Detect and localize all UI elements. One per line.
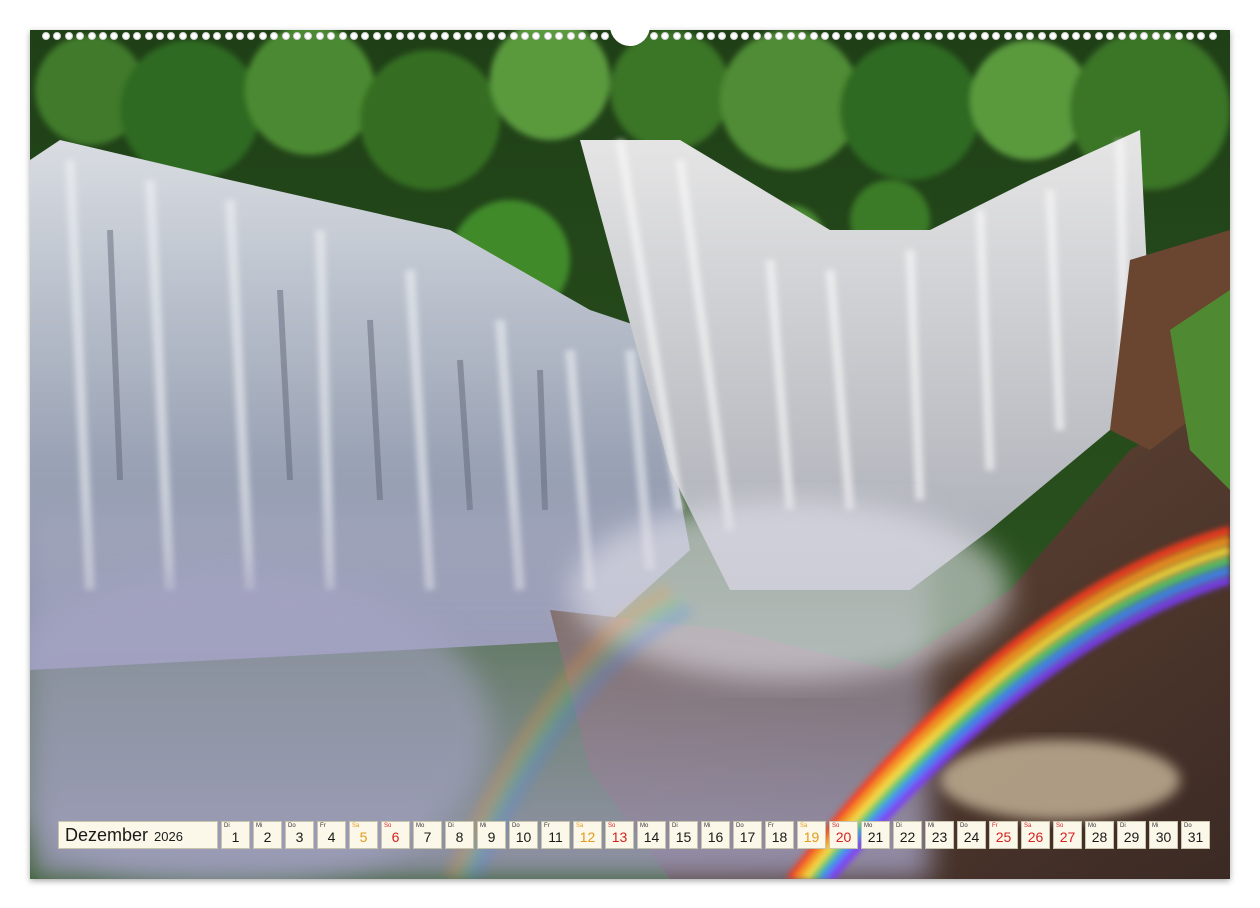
waterfall-rainbow-photo: [30, 30, 1230, 879]
day-cell: Mi 2: [253, 821, 282, 849]
day-cell: Fr 11: [541, 821, 570, 849]
day-cell: Do 31: [1181, 821, 1210, 849]
calendar-strip: Dezember 2026 Di 1 Mi 2 Do 3 Fr 4 Sa 5 So 6 Mo 7 Di 8 Mi…: [58, 821, 1210, 849]
month-year: 2026: [154, 829, 183, 844]
day-number: 10: [515, 829, 532, 845]
day-cell: Mo 21: [861, 821, 890, 849]
day-cell: Sa 19: [797, 821, 826, 849]
day-number: 20: [835, 829, 852, 845]
day-cell: Sa 5: [349, 821, 378, 849]
day-number: 18: [771, 829, 788, 845]
day-cell: Mo 14: [637, 821, 666, 849]
day-cell: Mi 9: [477, 821, 506, 849]
day-cell: Fr 18: [765, 821, 794, 849]
day-number: 26: [1027, 829, 1044, 845]
day-cell: So 13: [605, 821, 634, 849]
day-cell: Mo 7: [413, 821, 442, 849]
day-cell: Do 3: [285, 821, 314, 849]
day-cells: Di 1 Mi 2 Do 3 Fr 4 Sa 5 So 6 Mo 7 Di 8 Mi 9 Do 10 Fr 11 Sa 12 S…: [221, 821, 1210, 849]
day-number: 5: [359, 829, 368, 845]
day-number: 30: [1155, 829, 1172, 845]
day-number: 24: [963, 829, 980, 845]
day-cell: Do 10: [509, 821, 538, 849]
calendar-page: Dezember 2026 Di 1 Mi 2 Do 3 Fr 4 Sa 5 So 6 Mo 7 Di 8 Mi…: [30, 30, 1230, 879]
day-cell: Sa 26: [1021, 821, 1050, 849]
day-cell: Di 15: [669, 821, 698, 849]
day-number: 22: [899, 829, 916, 845]
day-number: 4: [327, 829, 336, 845]
day-number: 27: [1059, 829, 1076, 845]
day-cell: Do 24: [957, 821, 986, 849]
day-number: 11: [548, 829, 563, 845]
day-number: 2: [263, 829, 272, 845]
day-cell: Do 17: [733, 821, 762, 849]
day-cell: So 6: [381, 821, 410, 849]
day-number: 15: [675, 829, 692, 845]
day-number: 1: [231, 829, 240, 845]
day-cell: Di 29: [1117, 821, 1146, 849]
day-number: 6: [391, 829, 400, 845]
day-number: 19: [803, 829, 820, 845]
day-cell: So 20: [829, 821, 858, 849]
day-number: 25: [995, 829, 1012, 845]
day-number: 21: [867, 829, 884, 845]
day-number: 14: [643, 829, 660, 845]
month-label: Dezember 2026: [58, 821, 218, 849]
day-cell: Mi 23: [925, 821, 954, 849]
day-number: 7: [423, 829, 432, 845]
day-number: 29: [1123, 829, 1140, 845]
day-cell: Di 22: [893, 821, 922, 849]
day-cell: Fr 25: [989, 821, 1018, 849]
day-cell: Mi 16: [701, 821, 730, 849]
day-number: 16: [707, 829, 724, 845]
day-cell: Sa 12: [573, 821, 602, 849]
day-number: 3: [295, 829, 304, 845]
month-name: Dezember: [65, 824, 149, 845]
day-cell: So 27: [1053, 821, 1082, 849]
day-number: 12: [579, 829, 596, 845]
day-cell: Mo 28: [1085, 821, 1114, 849]
day-number: 17: [739, 829, 756, 845]
day-number: 13: [611, 829, 628, 845]
day-number: 23: [931, 829, 948, 845]
day-number: 9: [487, 829, 496, 845]
day-number: 8: [455, 829, 464, 845]
day-cell: Di 1: [221, 821, 250, 849]
day-cell: Fr 4: [317, 821, 346, 849]
day-cell: Mi 30: [1149, 821, 1178, 849]
day-number: 31: [1187, 829, 1204, 845]
day-cell: Di 8: [445, 821, 474, 849]
day-number: 28: [1091, 829, 1108, 845]
